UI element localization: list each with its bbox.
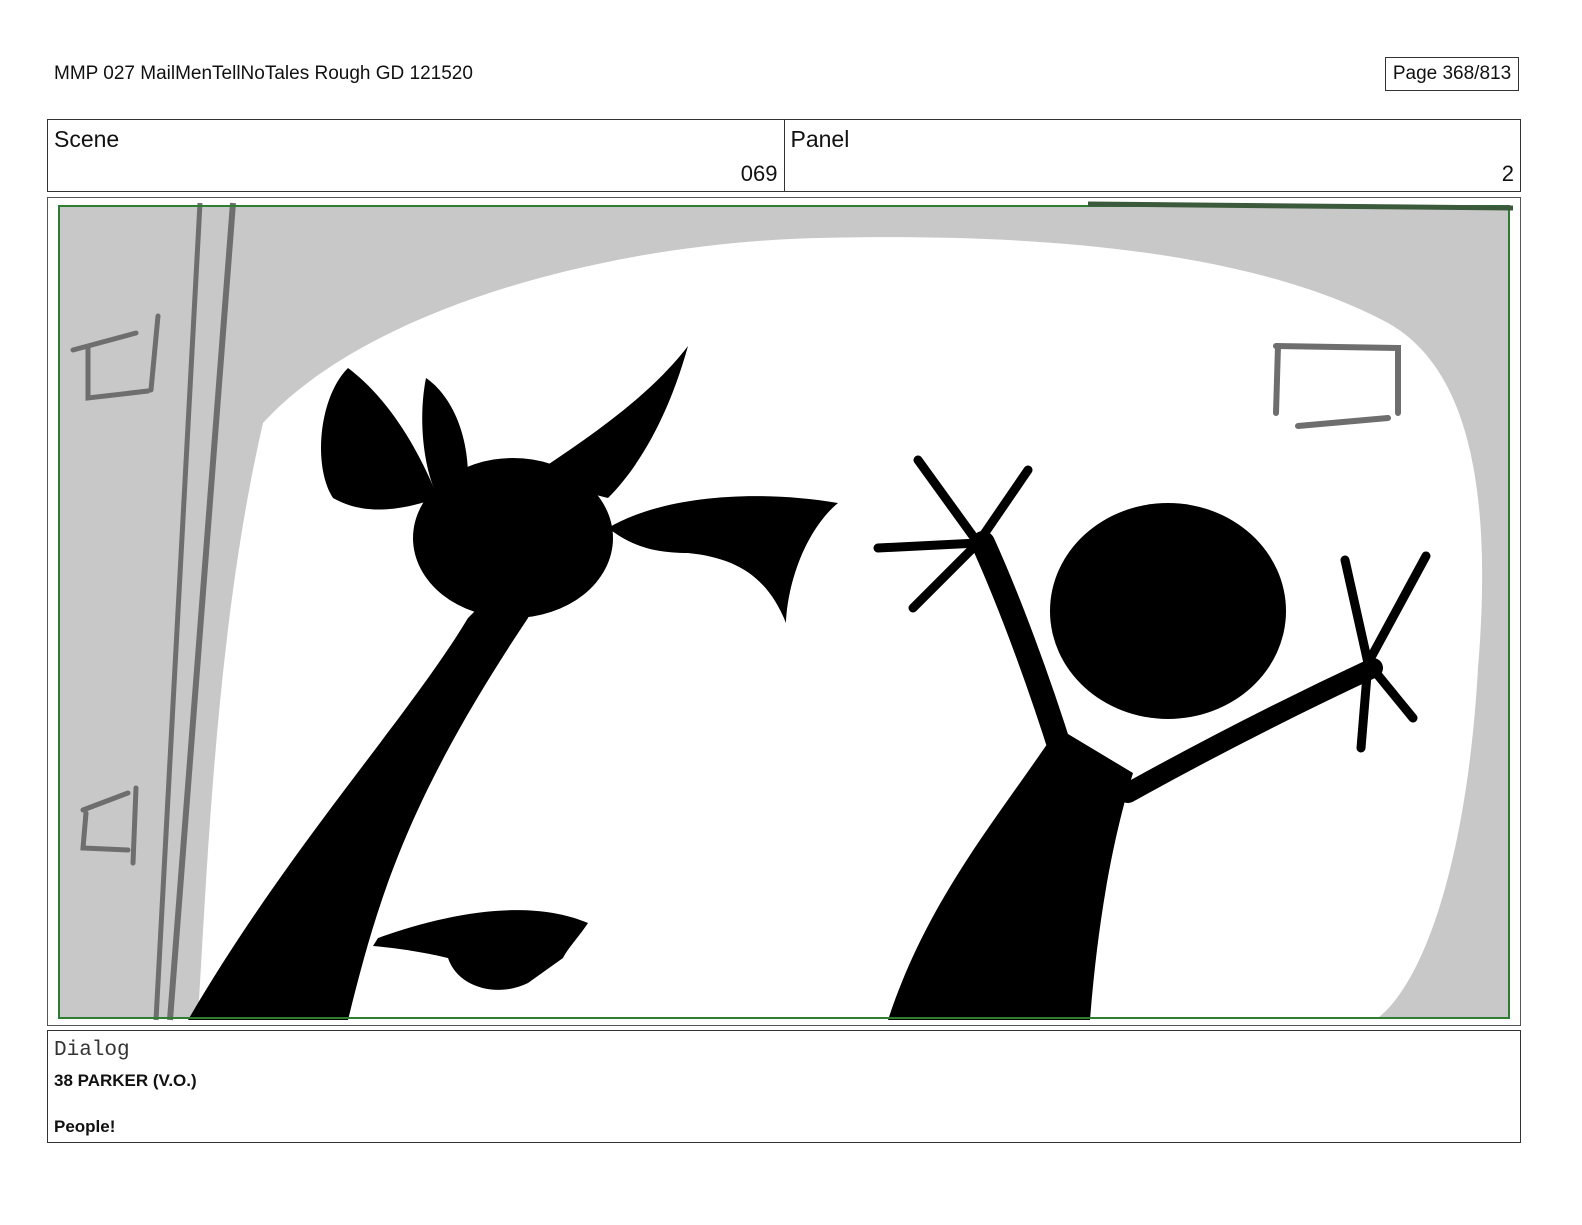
document-title: MMP 027 MailMenTellNoTales Rough GD 1215…: [54, 63, 473, 84]
scene-panel-row: Scene 069 Panel 2: [47, 119, 1521, 192]
panel-cell: Panel 2: [783, 120, 1521, 191]
dialog-box: Dialog 38 PARKER (V.O.) People!: [47, 1030, 1521, 1143]
white-light-area: [198, 237, 1483, 1018]
scene-label: Scene: [54, 126, 120, 152]
dialog-speaker: 38 PARKER (V.O.): [54, 1071, 197, 1090]
panel-number: 2: [1501, 161, 1514, 186]
dialog-label: Dialog: [54, 1039, 130, 1062]
page-number: Page 368/813: [1385, 57, 1519, 91]
dialog-line: People!: [54, 1117, 116, 1136]
panel-label: Panel: [790, 126, 850, 152]
storyboard-drawing: [58, 201, 1514, 1021]
storyboard-frame: [47, 197, 1521, 1026]
scene-number: 069: [740, 161, 778, 186]
scene-cell: Scene 069: [48, 120, 784, 191]
